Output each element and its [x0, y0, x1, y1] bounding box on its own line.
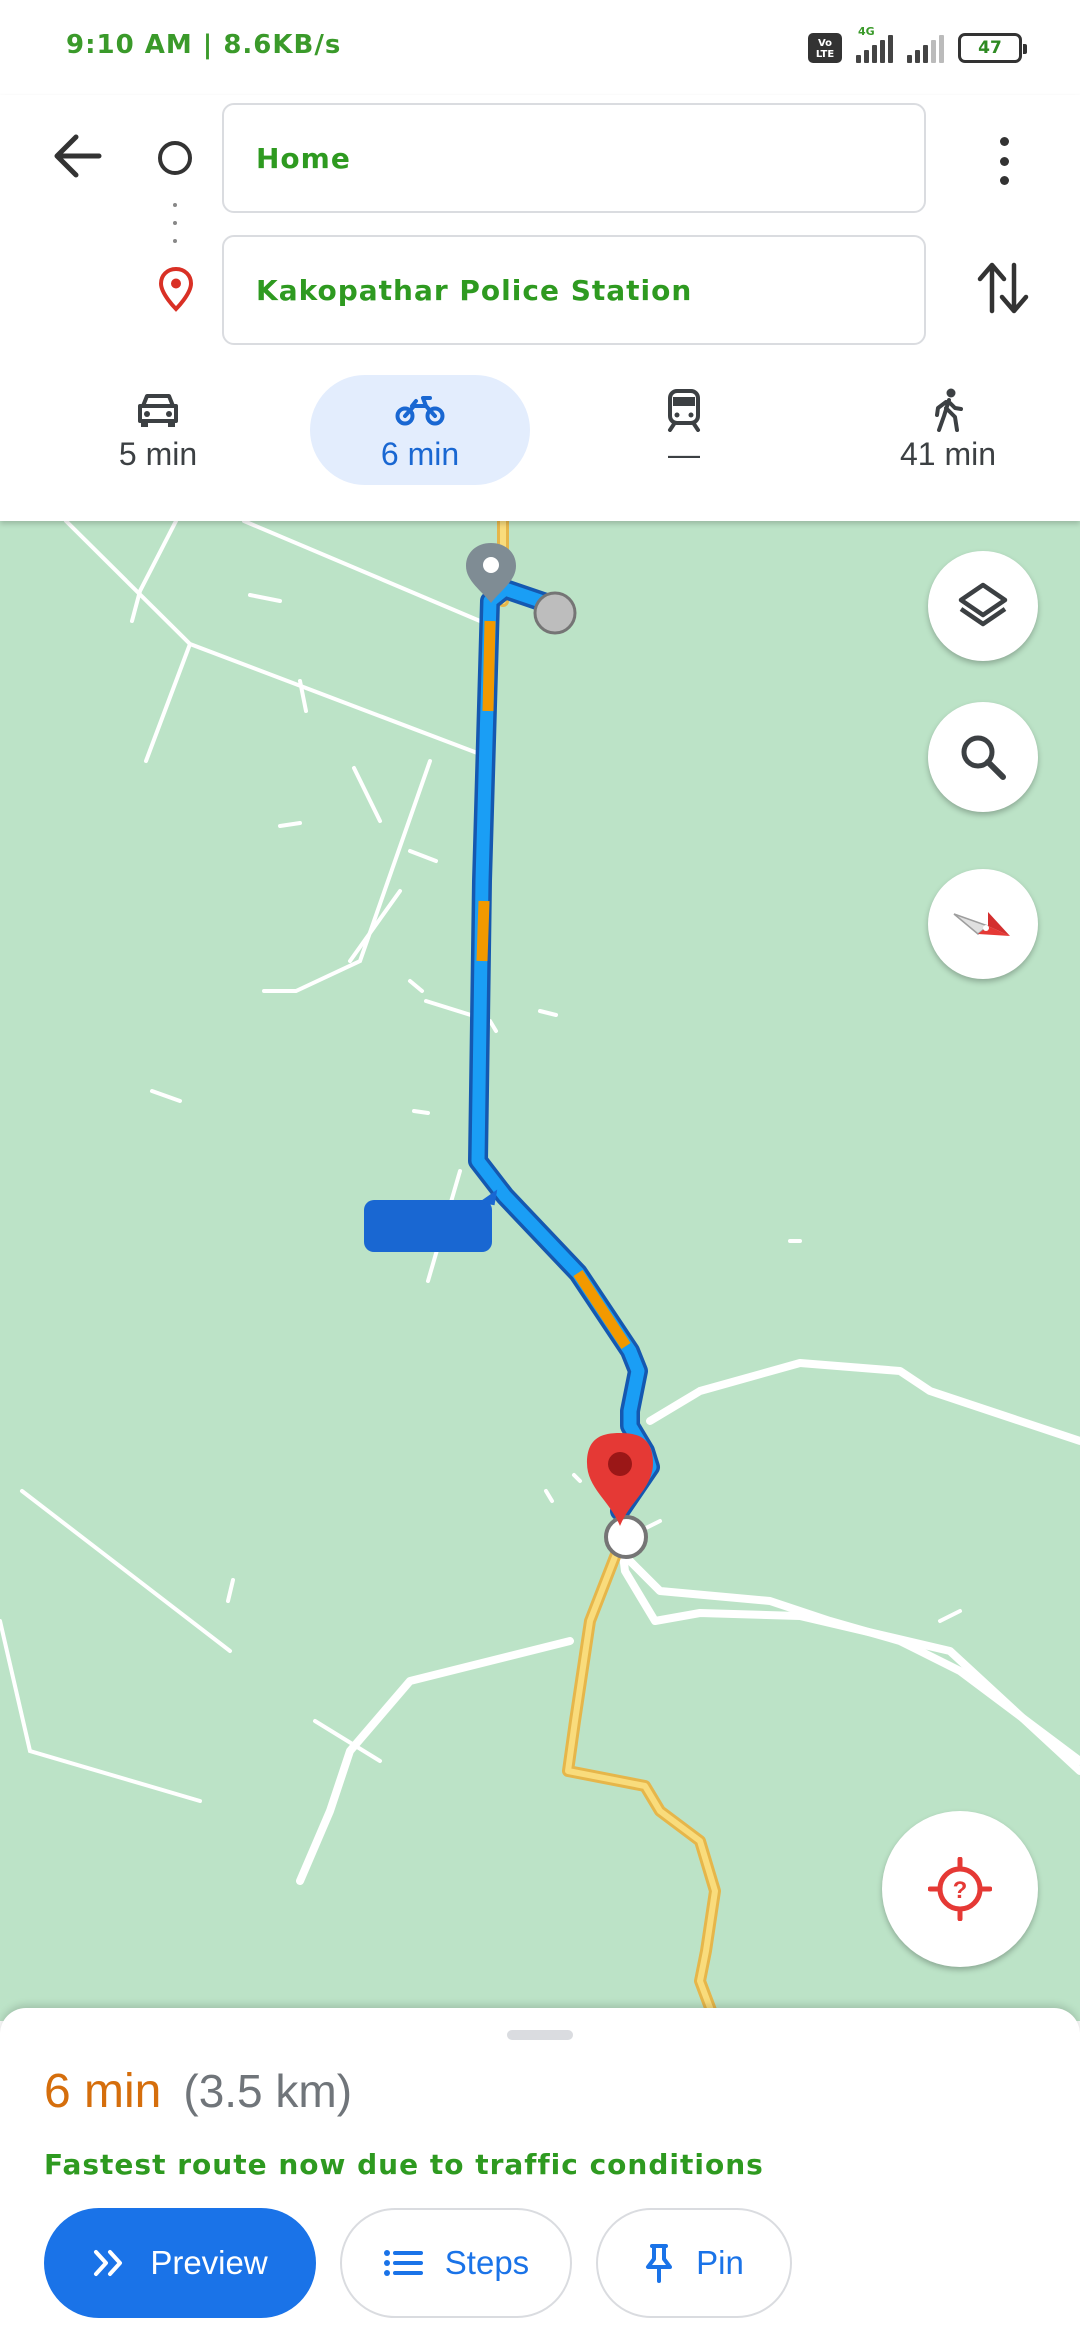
volte-icon: Vo LTE: [808, 33, 842, 63]
back-button[interactable]: [46, 125, 108, 187]
svg-text:?: ?: [953, 1877, 968, 1904]
battery-icon: 47: [958, 33, 1027, 63]
travel-mode-tabs: 5 min 6 min — 41 min: [0, 375, 1080, 515]
mode-transit-tab[interactable]: —: [574, 375, 794, 485]
directions-header: Home Kakopathar Police Station 5 min 6 m…: [0, 95, 1080, 521]
destination-marker: [587, 1433, 653, 1559]
search-icon: [961, 735, 1006, 780]
route-time-callout[interactable]: [364, 1200, 492, 1252]
network-type-label: 4G: [858, 25, 875, 38]
signal-4g-icon: 4G: [856, 25, 893, 63]
pin-button-label: Pin: [696, 2244, 744, 2281]
signal-icon: [907, 33, 944, 63]
route-line-outline: [468, 579, 660, 1521]
mode-two-wheeler-time: 6 min: [380, 435, 460, 472]
car-icon: [138, 393, 178, 427]
main-roads: [296, 1359, 1080, 1885]
sheet-drag-handle[interactable]: [507, 2030, 573, 2040]
back-arrow-icon: [54, 134, 102, 178]
list-icon: [383, 2250, 423, 2276]
train-icon: [668, 388, 700, 432]
my-location-icon: ?: [928, 1857, 992, 1921]
mode-drive-tab[interactable]: 5 min: [48, 375, 268, 485]
route-actions: Preview Steps Pin: [44, 2208, 792, 2318]
route-connector-icon: [173, 203, 177, 243]
pin-icon: [646, 2244, 673, 2283]
origin-input[interactable]: Home: [222, 103, 926, 213]
more-options-button[interactable]: [984, 131, 1024, 191]
swap-button[interactable]: [972, 257, 1034, 319]
route-line: [471, 582, 657, 1518]
layers-icon: [958, 582, 1008, 627]
compass-icon: [953, 912, 1010, 936]
mode-walk-time: 41 min: [899, 435, 997, 472]
layers-button[interactable]: [928, 551, 1038, 661]
highway-road-fill: [500, 521, 718, 2021]
pin-button[interactable]: Pin: [596, 2208, 792, 2318]
destination-pin-icon: [158, 266, 194, 312]
preview-button[interactable]: Preview: [44, 2208, 316, 2318]
motorcycle-icon: [395, 395, 445, 425]
destination-input[interactable]: Kakopathar Police Station: [222, 235, 926, 345]
map-view[interactable]: ?: [0, 521, 1080, 2021]
route-duration: 6 min: [44, 2065, 162, 2118]
steps-button[interactable]: Steps: [340, 2208, 572, 2318]
status-icons: Vo LTE 4G 47: [808, 25, 1027, 68]
mode-two-wheeler-tab[interactable]: 6 min: [310, 375, 530, 485]
mode-walk-tab[interactable]: 41 min: [838, 375, 1058, 485]
route-distance: (3.5 km): [183, 2065, 353, 2117]
walk-icon: [935, 388, 963, 432]
route-summary: 6 min (3.5 km): [44, 2064, 352, 2119]
origin-circle-icon: [158, 141, 192, 175]
highway-road: [497, 521, 721, 2021]
map-canvas: [0, 521, 1080, 2021]
status-time-speed: 9:10 AM | 8.6KB/s: [66, 30, 342, 60]
double-chevron-icon: [94, 2250, 123, 2276]
mode-drive-time: 5 min: [118, 435, 198, 472]
compass-button[interactable]: [928, 869, 1038, 979]
my-location-button[interactable]: ?: [882, 1811, 1038, 1967]
battery-level: 47: [978, 38, 1002, 58]
status-bar: 9:10 AM | 8.6KB/s Vo LTE 4G 47: [0, 0, 1080, 95]
route-summary-sheet: 6 min (3.5 km) Fastest route now due to …: [0, 2008, 1080, 2340]
preview-button-label: Preview: [150, 2244, 268, 2281]
route-note: Fastest route now due to traffic conditi…: [44, 2148, 764, 2181]
steps-button-label: Steps: [444, 2244, 530, 2281]
mode-transit-time: —: [668, 435, 700, 472]
map-search-button[interactable]: [928, 702, 1038, 812]
